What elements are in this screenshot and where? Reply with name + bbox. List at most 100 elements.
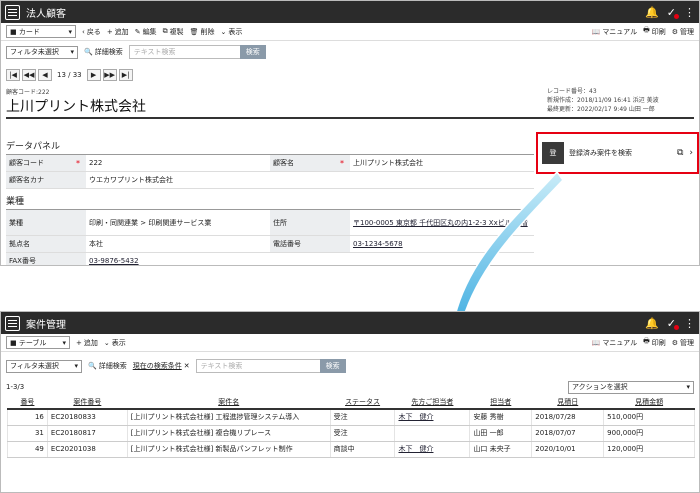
table-row[interactable]: 49 EC20201038 [上川プリント株式会社様] 新製品パンフレット制作 … [7, 441, 695, 458]
contact-link[interactable]: 木下 健介 [398, 445, 433, 453]
search-input[interactable]: テキスト検索 [195, 359, 321, 373]
close-icon[interactable]: ✕ [184, 362, 190, 370]
chevron-down-icon: ▾ [68, 27, 72, 36]
column-header[interactable]: 見積金額 [603, 396, 695, 410]
column-header[interactable]: 先方ご担当者 [394, 396, 470, 410]
delete-button[interactable]: 🗑 削除 [190, 27, 215, 37]
add-button[interactable]: + 追加 [107, 27, 129, 37]
display-button[interactable]: ⌄ 表示 [220, 27, 242, 37]
field-label: 顧客コード [6, 155, 86, 172]
toolbar: ■ テーブル ▾ + 追加 ⌄ 表示 📖 マニュアル 🖶 印刷 ⚙ 管理 [1, 334, 699, 352]
filter-select[interactable]: フィルタ未選択 ▾ [6, 359, 82, 373]
search-input[interactable]: テキスト検索 [128, 45, 241, 59]
copy-button[interactable]: ⧉ 複製 [163, 27, 184, 37]
admin-button[interactable]: ⚙ 管理 [672, 27, 694, 37]
field-label: FAX番号 [6, 253, 86, 265]
chevron-right-icon[interactable]: › [689, 148, 693, 158]
search-button[interactable]: 検索 [239, 45, 266, 59]
printer-icon: 🖶 [643, 26, 650, 34]
more-vertical-icon[interactable]: ⋮ [684, 6, 695, 19]
print-button[interactable]: 🖶 印刷 [643, 26, 666, 37]
table-row[interactable]: 16 EC20180833 [上川プリント株式会社様] 工程進捗管理システム導入… [7, 409, 695, 426]
field-label: 住所 [270, 210, 350, 236]
customer-code-label: 顧客コード:222 [6, 89, 50, 96]
add-button[interactable]: + 追加 [76, 338, 98, 348]
edit-button[interactable]: ✎ 編集 [135, 27, 157, 37]
book-icon: 📖 [591, 338, 601, 347]
record-header: 顧客コード:222 上川プリント株式会社 レコード番号：43 新規作成：2018… [6, 87, 694, 119]
popup-window-icon[interactable]: ⧉ [677, 148, 683, 158]
table-row[interactable]: 31 EC20180817 [上川プリント株式会社様] 複合機リプレース 受注 … [7, 425, 695, 442]
printer-icon: 🖶 [643, 337, 650, 345]
chevron-down-icon: ▾ [62, 338, 66, 347]
plus-icon: + [76, 338, 82, 347]
updated-info: 最終更新：2022/02/17 9:49 山田 一郎 [547, 106, 655, 113]
next-page-button[interactable]: ▶ [86, 69, 101, 81]
print-button[interactable]: 🖶 印刷 [643, 337, 666, 348]
detail-search-button[interactable]: 🔍 詳細検索 [84, 47, 123, 57]
admin-button[interactable]: ⚙ 管理 [672, 338, 694, 348]
column-header[interactable]: ステータス [330, 396, 395, 410]
toolbar: ■ カード ▾ ‹ 戻る + 追加 ✎ 編集 ⧉ 複製 🗑 削除 ⌄ 表示 📖 マニュアル 🖶 印… [1, 23, 699, 41]
check-icon[interactable]: ✓ [667, 6, 679, 19]
page-title: 法人顧客 [26, 8, 66, 20]
manual-button[interactable]: 📖 マニュアル [592, 338, 638, 348]
pencil-icon: ✎ [134, 27, 141, 36]
view-select[interactable]: ■ テーブル ▾ [6, 336, 70, 349]
view-select[interactable]: ■ カード ▾ [6, 25, 76, 38]
registered-deals-label: 登録済み案件を検索 [569, 149, 632, 157]
field-label: 顧客名 [270, 155, 350, 172]
empty-cell [270, 172, 350, 189]
current-condition-tag[interactable]: 現在の検索条件 ✕ [133, 361, 190, 371]
column-header[interactable]: 案件名 [127, 396, 331, 410]
field-value: 本社 [86, 236, 270, 253]
last-page-button[interactable]: ▶| [118, 69, 133, 81]
bell-icon[interactable]: 🔔 [645, 6, 659, 19]
deals-table: 番号 案件番号 案件名 ステータス 先方ご担当者 担当者 見積日 見積金額 16… [7, 396, 695, 458]
gear-icon: ⚙ [671, 338, 678, 347]
copy-icon: ⧉ [162, 27, 168, 35]
deals-panel: 案件管理 🔔 ✓ ⋮ ■ テーブル ▾ + 追加 ⌄ 表示 📖 マニュアル 🖶 印刷 ⚙ 管… [0, 311, 700, 493]
manual-button[interactable]: 📖 マニュアル [592, 27, 638, 37]
pager: |◀ ◀◀ ◀ 13 / 33 ▶ ▶▶ ▶| [1, 67, 699, 83]
gear-icon: ⚙ [671, 27, 678, 36]
bell-icon[interactable]: 🔔 [645, 317, 659, 330]
column-header[interactable]: 番号 [7, 396, 48, 410]
more-vertical-icon[interactable]: ⋮ [684, 317, 695, 330]
search-button[interactable]: 検索 [319, 359, 346, 373]
column-header[interactable]: 担当者 [469, 396, 532, 410]
table-header-row: 番号 案件番号 案件名 ステータス 先方ご担当者 担当者 見積日 見積金額 [7, 396, 695, 410]
required-mark: * [76, 158, 80, 168]
next-10-button[interactable]: ▶▶ [102, 69, 117, 81]
field-value: * 222 [76, 155, 270, 172]
detail-search-button[interactable]: 🔍 詳細検索 [88, 361, 127, 371]
hamburger-menu-icon[interactable] [5, 4, 20, 20]
empty-cell [270, 253, 350, 265]
field-value: ウエカワプリント株式会社 [86, 172, 270, 189]
result-count: 1-3/3 [6, 383, 25, 391]
search-bar: フィルタ未選択 ▾ 🔍 詳細検索 現在の検索条件 ✕ テキスト検索 検索 [1, 354, 699, 378]
prev-page-button[interactable]: ◀ [38, 69, 52, 81]
chevron-down-icon: ⌄ [103, 338, 110, 347]
prev-10-button[interactable]: ◀◀ [22, 69, 36, 81]
data-panel-title: データパネル [6, 137, 534, 155]
page-title: 案件管理 [26, 319, 66, 331]
field-label: 顧客名カナ [6, 172, 86, 189]
back-button[interactable]: ‹ 戻る [82, 27, 101, 37]
register-icon: 登 [542, 142, 564, 164]
hamburger-menu-icon[interactable] [5, 315, 20, 331]
first-page-button[interactable]: |◀ [6, 69, 20, 81]
search-icon: 🔍 [88, 362, 97, 370]
book-icon: 📖 [591, 27, 601, 36]
result-count-line: 1-3/3 アクションを選択 ▾ [1, 378, 699, 396]
column-header[interactable]: 見積日 [531, 396, 604, 410]
filter-select[interactable]: フィルタ未選択 ▾ [6, 45, 78, 59]
display-button[interactable]: ⌄ 表示 [104, 338, 126, 348]
contact-link[interactable]: 木下 健介 [398, 413, 433, 421]
required-mark: * [340, 158, 344, 168]
column-header[interactable]: 案件番号 [47, 396, 128, 410]
check-icon[interactable]: ✓ [667, 317, 679, 330]
fax-link: 03-9876-5432 [86, 253, 270, 265]
chevron-down-icon: ▾ [70, 48, 74, 56]
action-select[interactable]: アクションを選択 ▾ [568, 380, 694, 394]
